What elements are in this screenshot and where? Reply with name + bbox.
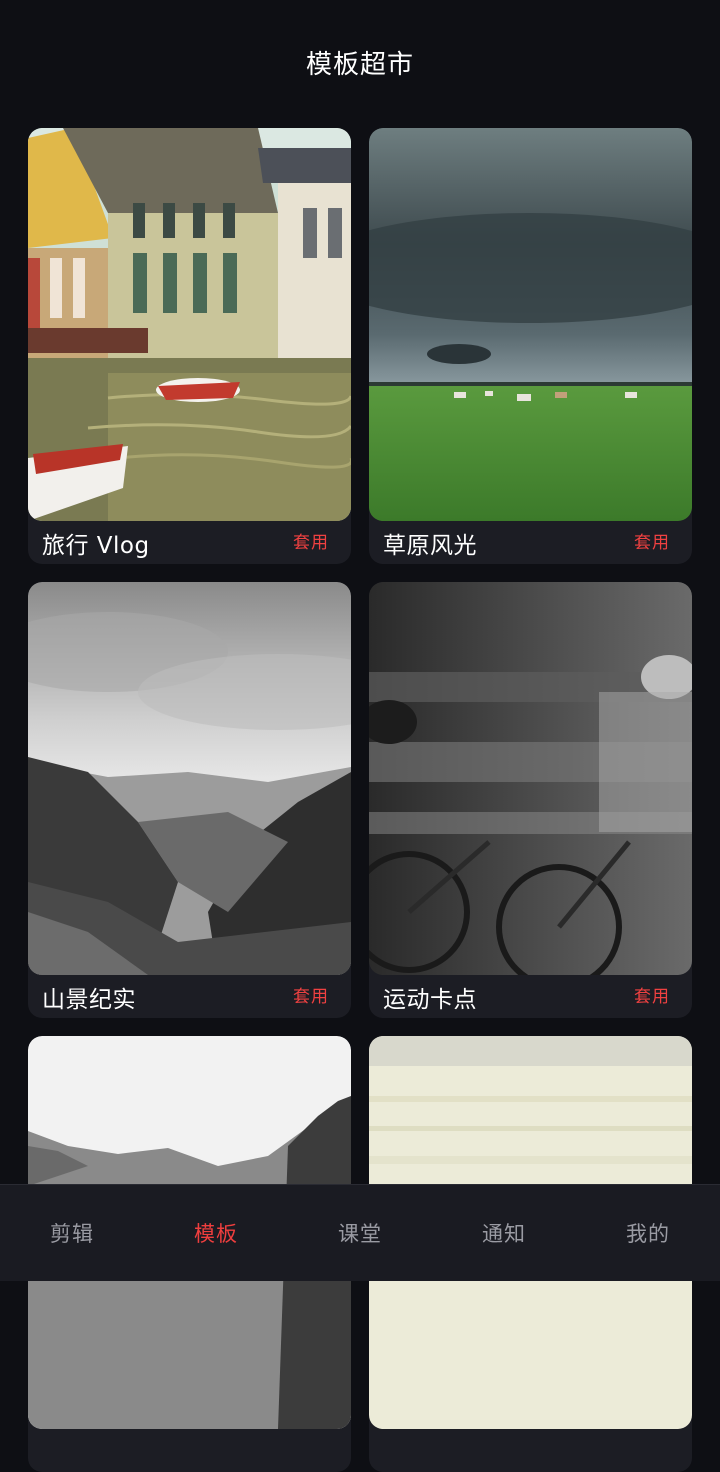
grassland-image (369, 128, 692, 521)
canal-town-image (28, 128, 351, 521)
tab-notifications[interactable]: 通知 (432, 1218, 576, 1248)
tab-templates[interactable]: 模板 (144, 1218, 288, 1248)
tab-edit[interactable]: 剪辑 (0, 1218, 144, 1248)
template-card-travel-vlog[interactable]: 旅行 Vlog 套用 (28, 128, 351, 564)
template-card-mountain[interactable]: 山景纪实 套用 (28, 582, 351, 1018)
apply-template-button[interactable]: 套用 (634, 528, 670, 553)
mountain-image (28, 582, 351, 975)
template-name: 运动卡点 (383, 987, 477, 1013)
template-card-sports[interactable]: 运动卡点 套用 (369, 582, 692, 1018)
template-thumbnail[interactable] (28, 128, 351, 521)
page-title: 模板超市 (305, 50, 414, 80)
apply-template-button[interactable]: 套用 (293, 528, 329, 553)
tab-classroom[interactable]: 课堂 (288, 1218, 432, 1248)
template-name: 草原风光 (383, 533, 477, 559)
tab-profile[interactable]: 我的 (576, 1218, 720, 1248)
template-thumbnail[interactable] (369, 128, 692, 521)
apply-template-button[interactable]: 套用 (634, 982, 670, 1007)
bottom-tab-bar: 剪辑 模板 课堂 通知 我的 (0, 1184, 720, 1281)
template-thumbnail[interactable] (369, 582, 692, 975)
template-name: 旅行 Vlog (42, 533, 150, 559)
cyclists-image (369, 582, 692, 975)
template-thumbnail[interactable] (28, 582, 351, 975)
apply-template-button[interactable]: 套用 (293, 982, 329, 1007)
template-card-grassland[interactable]: 草原风光 套用 (369, 128, 692, 564)
template-name: 山景纪实 (42, 987, 136, 1013)
